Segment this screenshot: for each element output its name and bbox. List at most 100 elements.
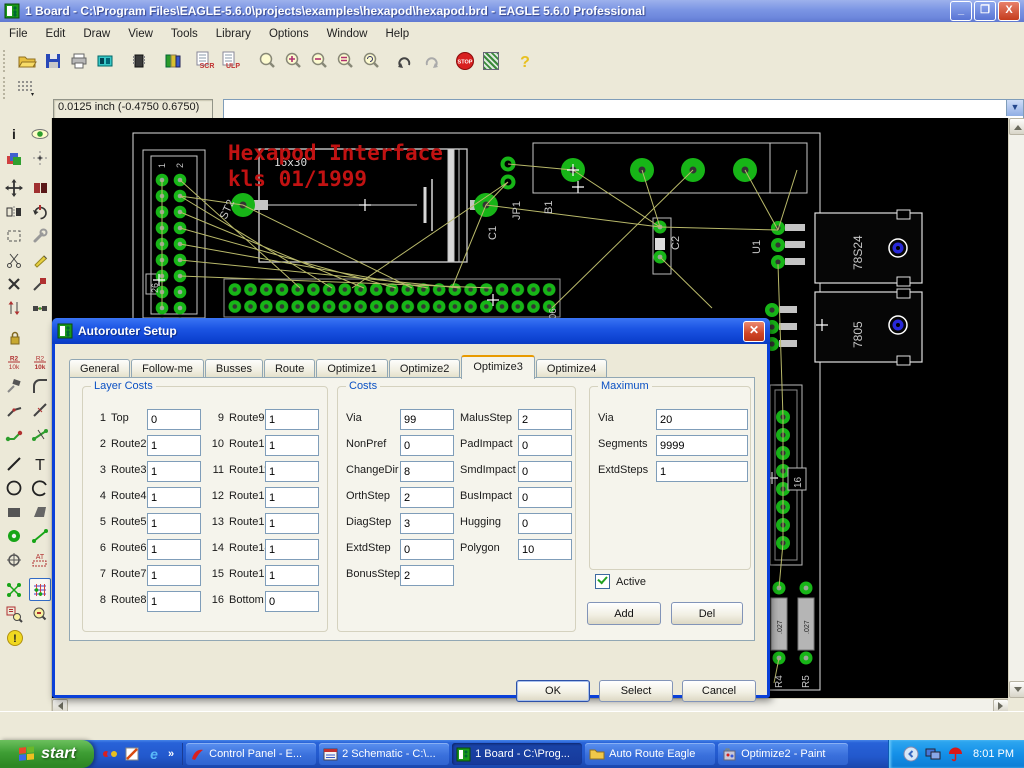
miter-tool[interactable] [29,374,52,397]
toolbar-grip-2[interactable] [3,77,11,99]
taskbar-task[interactable]: Optimize2 - Paint [718,743,849,765]
layer-cost-input[interactable] [147,409,201,430]
copy-tool[interactable] [29,176,52,199]
internet-explorer-icon[interactable]: e [146,746,162,762]
avira-umbrella-icon[interactable] [947,746,963,762]
vertical-scrollbar[interactable] [1008,118,1024,698]
show-tool[interactable] [29,122,52,145]
dialog-close-button[interactable]: ✕ [743,320,765,342]
maximum-input[interactable] [656,435,748,456]
ok-button[interactable]: OK [516,680,590,702]
library-button[interactable] [160,48,186,74]
grid-button[interactable] [14,75,40,101]
command-input[interactable] [224,100,1010,118]
menu-item[interactable]: Tools [162,25,207,43]
layer-cost-input[interactable] [265,487,319,508]
dialog-tab[interactable]: Optimize2 [388,359,461,378]
layer-cost-input[interactable] [265,513,319,534]
select-button[interactable]: Select [599,680,673,702]
help-button[interactable]: ? [512,48,538,74]
errors-tool[interactable] [29,602,52,625]
layer-cost-input[interactable] [147,513,201,534]
cost-input[interactable] [400,513,454,534]
menu-item[interactable]: Window [318,25,377,43]
zoom-select-button[interactable] [332,48,358,74]
cost-input[interactable] [518,513,572,534]
zoom-out-button[interactable] [306,48,332,74]
ratsnest-tool[interactable] [3,578,26,601]
cost-input[interactable] [400,461,454,482]
lock-tool[interactable] [3,326,27,349]
value-tool[interactable]: R2 10k [29,350,52,373]
dialog-tab[interactable]: Busses [204,359,263,378]
signal-tool[interactable] [29,524,52,547]
paste-tool[interactable] [29,248,52,271]
mirror-tool[interactable] [3,200,26,223]
menu-item[interactable]: Draw [74,25,119,43]
move-tool[interactable] [3,176,26,199]
optimize-tool[interactable] [29,398,52,421]
layer-cost-input[interactable] [147,487,201,508]
taskbar-task[interactable]: Control Panel - E... [186,743,317,765]
layer-cost-input[interactable] [265,435,319,456]
run-ulp-button[interactable]: ULP [220,48,246,74]
cost-input[interactable] [518,461,572,482]
name-tool[interactable]: R2 10k [3,350,26,373]
paint-quicklaunch-icon[interactable] [124,746,140,762]
taskbar-task[interactable]: 1 Board - C:\Prog... [452,743,583,765]
cost-input[interactable] [400,565,454,586]
cost-input[interactable] [400,487,454,508]
layer-cost-input[interactable] [147,435,201,456]
menu-item[interactable]: Library [207,25,260,43]
start-button[interactable]: start [0,740,94,768]
circle-tool[interactable] [3,476,26,499]
rotate-tool[interactable] [29,200,52,223]
polygon-tool[interactable] [29,500,52,523]
run-script-button[interactable]: SCR [194,48,220,74]
menu-item[interactable]: Edit [37,25,75,43]
stop-button[interactable]: STOP [452,48,478,74]
active-checkbox[interactable] [595,574,610,589]
route-tool[interactable] [3,422,26,445]
cost-input[interactable] [400,409,454,430]
layer-cost-input[interactable] [265,591,319,612]
dialog-tab[interactable]: Optimize4 [535,359,608,378]
wire-tool[interactable] [3,452,26,475]
menu-item[interactable]: View [119,25,162,43]
dialog-tab[interactable]: Route [263,359,316,378]
layer-cost-input[interactable] [147,591,201,612]
cost-input[interactable] [400,435,454,456]
toolbar-grip[interactable] [3,49,11,72]
menu-item[interactable]: Options [260,25,318,43]
rect-tool[interactable] [3,500,26,523]
layer-cost-input[interactable] [265,539,319,560]
zoom-fit-button[interactable] [254,48,280,74]
close-button[interactable]: X [998,1,1020,21]
del-button[interactable]: Del [671,602,743,625]
go-button[interactable] [478,48,504,74]
add-button[interactable]: Add [587,602,661,625]
info-tool[interactable]: i [3,122,26,145]
ripup-tool[interactable] [29,422,52,445]
open-button[interactable] [14,48,40,74]
add-tool[interactable] [29,272,52,295]
redo-button[interactable] [418,48,444,74]
group-tool[interactable] [3,224,26,247]
dialog-tab[interactable]: Follow-me [131,359,204,378]
cost-input[interactable] [518,487,572,508]
cost-input[interactable] [518,539,572,560]
print-button[interactable] [66,48,92,74]
layer-cost-input[interactable] [265,409,319,430]
layer-cost-input[interactable] [147,565,201,586]
export-image-button[interactable] [92,48,118,74]
network-icon[interactable] [925,746,941,762]
layer-cost-input[interactable] [265,461,319,482]
arc-tool[interactable] [29,476,52,499]
delete-tool[interactable] [3,272,26,295]
hole-tool[interactable] [3,548,26,571]
ebay-icon[interactable] [102,746,118,762]
maximum-input[interactable] [656,409,748,430]
layer-cost-input[interactable] [147,461,201,482]
cost-input[interactable] [518,435,572,456]
quicklaunch-overflow-chevron[interactable]: » [168,748,174,760]
